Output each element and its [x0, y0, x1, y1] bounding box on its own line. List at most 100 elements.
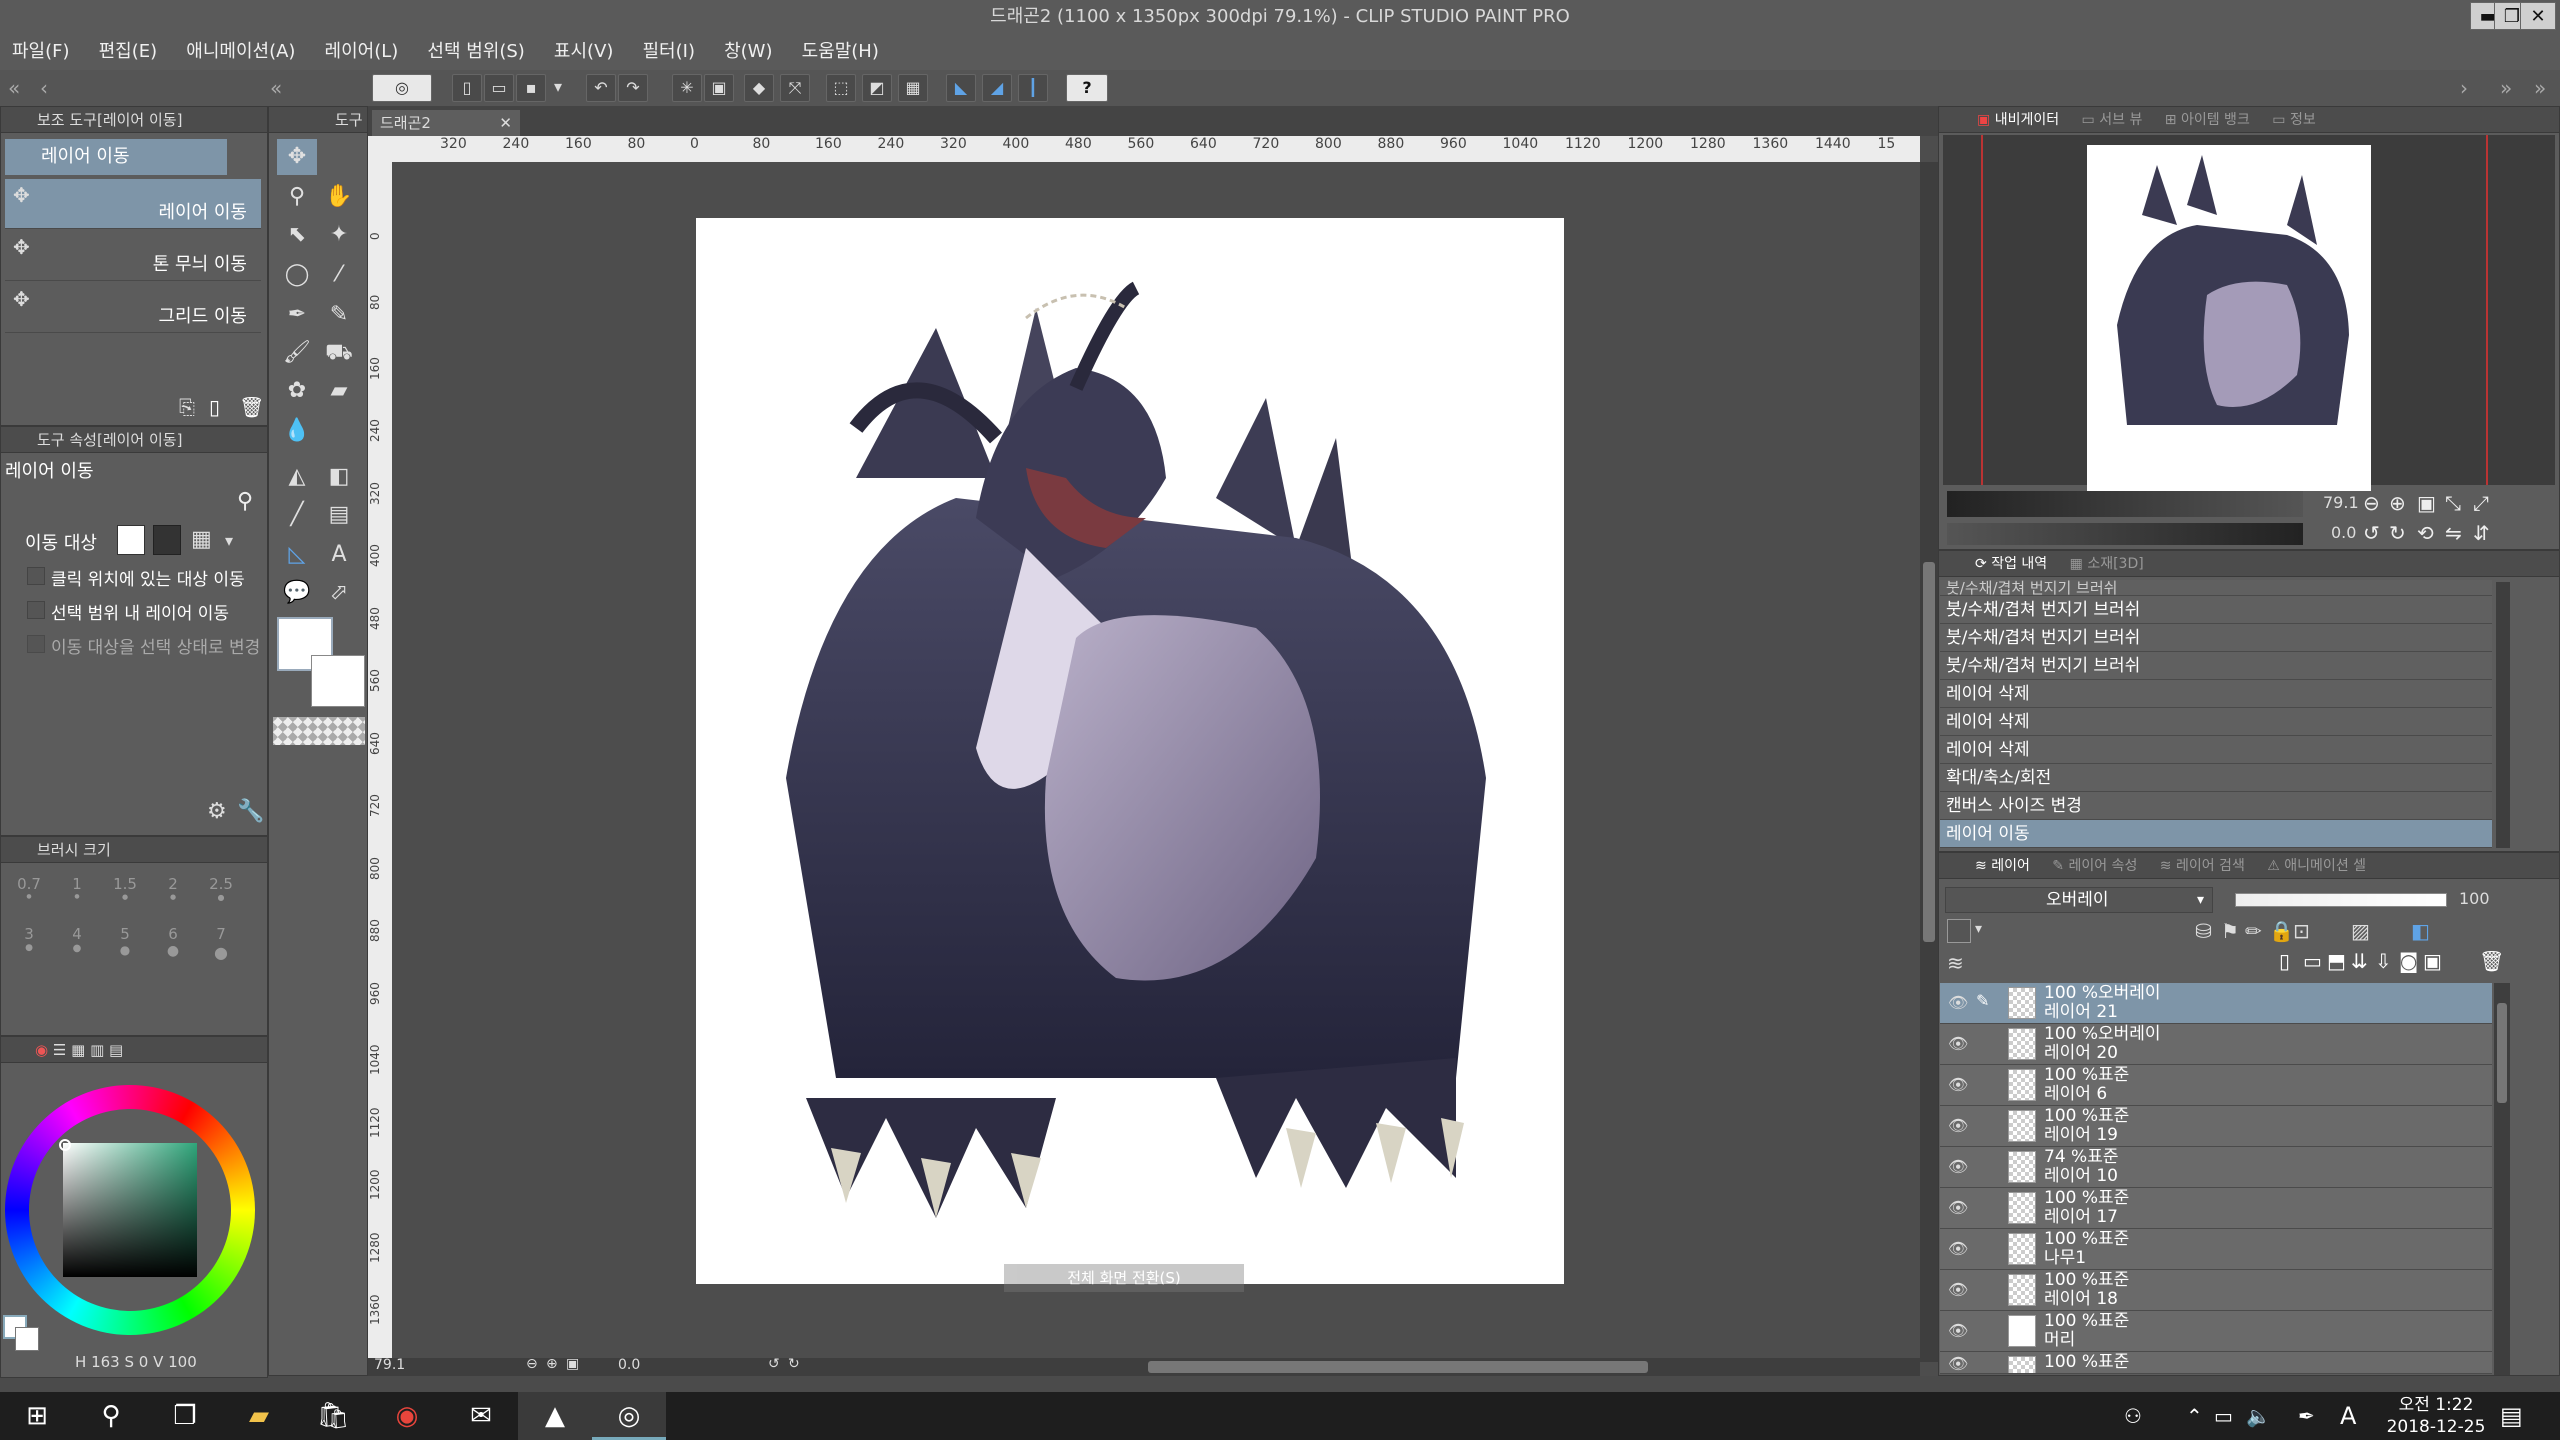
zoom-value[interactable]: 79.1 [374, 1357, 405, 1373]
brush-size-option[interactable]: 4 ● [53, 925, 101, 975]
help-icon[interactable]: ? [1066, 74, 1108, 102]
tool-property-tab[interactable]: 도구 속성[레이어 이동] [1, 427, 267, 453]
layer-search-tab[interactable]: ≋ 레이어 검색 [2160, 858, 2245, 874]
color-panel-tabs[interactable]: ◉ ☰ ▦ ▥ ▤ [1, 1037, 267, 1063]
eyedropper-icon[interactable]: ⁄ [319, 257, 359, 293]
eye-icon[interactable]: 👁 [1948, 1157, 1968, 1176]
layer-row[interactable]: 👁 100 %표준 [1940, 1352, 2492, 1374]
eye-icon[interactable]: 👁 [1948, 1198, 1968, 1217]
history-item[interactable]: 붓/수채/겹쳐 번지기 브러쉬 [1940, 596, 2492, 624]
clear-icon[interactable]: ✳ [672, 74, 702, 102]
eye-icon[interactable]: 👁 [1948, 1034, 1968, 1053]
eye-icon[interactable]: 👁 [1948, 1239, 1968, 1258]
clip-layer-icon[interactable]: ⛁ [2195, 919, 2212, 943]
option-checkbox-2[interactable] [27, 601, 45, 619]
layer-scrollbar[interactable] [2494, 983, 2510, 1375]
sub-color-swatch[interactable] [311, 655, 365, 707]
magic-wand-icon[interactable]: ✦ [319, 217, 359, 253]
zoom-out-icon[interactable]: ⊖ [2363, 491, 2380, 515]
rotate-right-icon[interactable]: ↻ [788, 1356, 800, 1372]
navigator-preview[interactable] [1943, 135, 2555, 491]
eraser-icon[interactable]: ▰ [319, 373, 359, 409]
menu-selection[interactable]: 선택 범위(S) [415, 34, 536, 70]
lasso-icon[interactable]: ◯ [277, 257, 317, 293]
collapse-right-icon-2[interactable]: » [2534, 76, 2546, 100]
collapse-left-icon-2[interactable]: « [270, 76, 282, 100]
search-icon[interactable]: ⚲ [74, 1392, 148, 1440]
reset-rotation-icon[interactable]: ⟲ [2417, 521, 2434, 545]
layer-row[interactable]: 👁 100 %표준 나무1 [1940, 1229, 2492, 1270]
snap-ruler-icon[interactable]: ◣ [946, 74, 976, 102]
task-view-icon[interactable]: ❐ [148, 1392, 222, 1440]
target-grid-button[interactable]: ▦ [191, 527, 212, 552]
merge-down-icon[interactable]: ⇊ [2351, 949, 2368, 973]
layer-tab[interactable]: ≋ 레이어 [1975, 858, 2030, 874]
network-icon[interactable]: ▭ [2214, 1404, 2233, 1428]
eye-icon[interactable]: 👁 [1948, 993, 1968, 1012]
canvas-paper[interactable] [696, 218, 1564, 1284]
eye-icon[interactable]: 👁 [1948, 1321, 1968, 1340]
flip-vertical-icon[interactable]: ⇵ [2473, 521, 2490, 545]
menu-view[interactable]: 표시(V) [542, 34, 625, 70]
brush-size-option[interactable]: 2 ● [149, 875, 197, 915]
undo-icon[interactable]: ↶ [586, 74, 616, 102]
tools-panel-tab[interactable]: 도구 [269, 107, 367, 133]
frame-icon[interactable]: ▤ [319, 497, 359, 533]
brush-size-option[interactable]: 0.7 ● [5, 875, 53, 915]
vertical-scroll-thumb[interactable] [1923, 562, 1935, 942]
navigator-rotation-slider[interactable] [1947, 523, 2303, 545]
balloon-icon[interactable]: 💬 [277, 575, 317, 611]
history-item[interactable]: 붓/수채/겹쳐 번지기 브러쉬 [1940, 624, 2492, 652]
chevron-down-icon[interactable]: ▾ [225, 531, 233, 550]
menu-edit[interactable]: 편집(E) [87, 34, 170, 70]
collapse-left-icon[interactable]: « [8, 76, 20, 100]
brush-icon[interactable]: 🖌 [277, 335, 317, 371]
store-icon[interactable]: 🛍 [296, 1392, 370, 1440]
layer-row[interactable]: 👁 100 %오버레이 레이어 20 [1940, 1024, 2492, 1065]
menu-layer[interactable]: 레이어(L) [313, 34, 411, 70]
navigator-zoom-value[interactable]: 79.1 [2323, 493, 2359, 512]
hand-tool-icon[interactable]: ✋ [319, 179, 359, 215]
horizontal-scroll-thumb[interactable] [1148, 1361, 1648, 1373]
history-item-selected[interactable]: 레이어 이동 [1940, 820, 2492, 848]
layer-row[interactable]: 👁 100 %표준 레이어 17 [1940, 1188, 2492, 1229]
target-layer-button[interactable] [117, 525, 145, 555]
menu-help[interactable]: 도움말(H) [790, 34, 891, 70]
zoom-in-icon[interactable]: ⊕ [546, 1356, 558, 1372]
fill-bucket-icon[interactable]: ◭ [277, 459, 317, 495]
people-icon[interactable]: ⚇ [2124, 1404, 2142, 1428]
saturation-value-square[interactable] [63, 1143, 197, 1277]
menu-animation[interactable]: 애니메이션(A) [174, 34, 307, 70]
approximate-color-tab-icon[interactable]: ▤ [109, 1041, 123, 1059]
create-mask-icon[interactable]: ◙ [2399, 949, 2418, 973]
intermediate-color-tab-icon[interactable]: ▥ [90, 1041, 104, 1059]
collapse-right-icon[interactable]: » [2500, 76, 2512, 100]
color-wheel-tab-icon[interactable]: ◉ [35, 1041, 48, 1059]
canvas-tab[interactable]: 드래곤2 ✕ [372, 110, 520, 136]
delete-subtool-icon[interactable]: 🗑 [239, 395, 264, 419]
material-3d-tab[interactable]: ▦ 소재[3D] [2070, 556, 2144, 572]
navigator-tab[interactable]: ▣ 내비게이터 [1977, 112, 2059, 128]
blend-icon[interactable]: 💧 [277, 413, 317, 449]
history-item[interactable]: 레이어 삭제 [1940, 680, 2492, 708]
blend-mode-select[interactable]: 오버레이 ▾ [1945, 887, 2213, 913]
ruler-icon[interactable]: ◺ [277, 537, 317, 573]
correct-line-icon[interactable]: ⬀ [319, 575, 359, 611]
close-button[interactable]: ✕ [2520, 2, 2556, 30]
text-icon[interactable]: A [319, 537, 359, 573]
history-item[interactable]: 붓/수채/겹쳐 번지기 브러쉬 [1940, 652, 2492, 680]
lock-icon[interactable]: 🔒 [2269, 919, 2294, 943]
pen-icon[interactable]: ✒ [2298, 1404, 2315, 1428]
layer-row[interactable]: 👁 74 %표준 레이어 10 [1940, 1147, 2492, 1188]
subtool-item-tone-move[interactable]: ✥ 톤 무늬 이동 [5, 231, 261, 281]
copy-subtool-icon[interactable]: ⎘ [179, 395, 195, 419]
mail-icon[interactable]: ✉ [444, 1392, 518, 1440]
brush-size-option[interactable]: 6 ● [149, 925, 197, 975]
item-bank-tab[interactable]: ⊞ 아이템 뱅크 [2165, 112, 2250, 128]
layer-row[interactable]: 👁 100 %표준 머리 [1940, 1311, 2492, 1352]
navigator-zoom-slider[interactable] [1947, 491, 2303, 517]
apply-mask-icon[interactable]: ▣ [2423, 949, 2442, 973]
chrome-icon[interactable]: ◉ [370, 1392, 444, 1440]
subview-tab[interactable]: ▭ 서브 뷰 [2082, 112, 2143, 128]
arrow-right-icon[interactable]: › [2460, 76, 2468, 100]
